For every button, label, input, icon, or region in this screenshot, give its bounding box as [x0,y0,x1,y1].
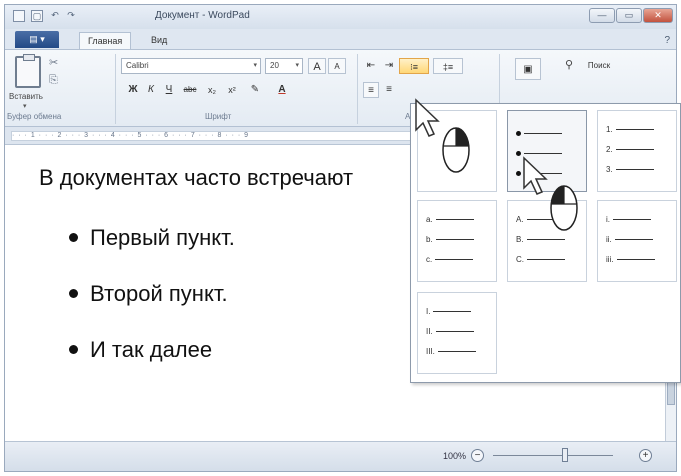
bullet-option-lower-alpha[interactable]: a. b. c. [417,200,497,282]
bold-button[interactable]: Ж [125,82,141,98]
bullet-option-row: 3. [606,165,654,174]
tab-home[interactable]: Главная [79,32,132,49]
font-size-value: 20 [270,61,279,70]
status-bar: 100% − + [5,441,676,471]
bullet-option-numbers[interactable]: 1. 2. 3. [597,110,677,192]
paste-dropdown-arrow[interactable]: ▾ [23,102,27,110]
mouse-click-icon [523,156,578,231]
document-intro-text: В документах часто встречают [39,165,354,190]
group-divider [357,54,358,124]
clipboard-group-label: Буфер обмена [7,112,62,121]
tab-view[interactable]: Вид [143,32,175,49]
redo-icon[interactable]: ↷ [65,10,77,22]
bullet-option-row: 2. [606,145,654,154]
file-menu-button[interactable]: ▤ ▾ [15,31,59,48]
bullet-option-row: b. [426,235,474,244]
bullet-option-row: ii. [606,235,653,244]
font-group-label: Шрифт [205,112,232,121]
bullet-option-row: 1. [606,125,654,134]
copy-icon[interactable]: ⎘ [49,74,58,87]
ribbon-tabs: ▤ ▾ Главная Вид ? [5,29,676,49]
chevron-down-icon: ▾ [295,62,299,69]
list-item-text: И так далее [90,337,213,362]
bullet-option-row [516,129,562,138]
chevron-down-icon: ▾ [253,62,257,69]
bullet-option-row: II. [426,327,474,336]
maximize-button[interactable]: ▭ [616,8,642,23]
list-item: Первый пункт. [69,225,235,251]
bullets-list-button[interactable]: ⁝≡ [399,58,429,74]
list-item: Второй пункт. [69,281,228,307]
font-color-button[interactable]: A [269,82,295,98]
zoom-slider[interactable] [493,455,613,456]
bullet-option-row: c. [426,255,474,264]
insert-picture-icon[interactable]: ▣ [515,58,541,80]
mouse-pointer-icon [415,98,470,173]
minimize-button[interactable]: — [589,8,615,23]
superscript-button[interactable]: x² [223,82,241,98]
undo-icon[interactable]: ↶ [49,10,61,22]
strikethrough-button[interactable]: abc [179,82,201,98]
list-item-text: Первый пункт. [90,225,235,250]
bullet-option-row: i. [606,215,651,224]
zoom-in-button[interactable]: + [639,449,652,462]
align-left-button[interactable]: ≡ [363,82,379,98]
increase-indent-icon[interactable]: ⇥ [381,58,397,74]
app-menu-icon[interactable] [13,10,25,22]
align-center-button[interactable]: ≡ [381,82,397,98]
find-button[interactable]: Поиск [579,58,619,74]
italic-button[interactable]: К [143,82,159,98]
save-icon[interactable]: ▢ [31,10,43,22]
bullet-dot [69,288,78,298]
zoom-out-button[interactable]: − [471,449,484,462]
font-size-select[interactable]: 20 ▾ [265,58,303,74]
bullet-dot [69,344,78,354]
bullet-option-upper-roman[interactable]: I. II. III. [417,292,497,374]
highlight-pen-icon[interactable]: ✎ [245,82,265,98]
zoom-slider-handle[interactable] [562,448,568,462]
bullet-option-row: III. [426,347,476,356]
bullet-option-lower-roman[interactable]: i. ii. iii. [597,200,677,282]
font-name-value: Calibri [126,61,149,70]
window-title: Документ - WordPad [155,10,250,21]
bullet-option-row: iii. [606,255,655,264]
zoom-level-label: 100% [443,451,467,461]
list-item-text: Второй пункт. [90,281,228,306]
bullet-option-row: a. [426,215,474,224]
close-button[interactable]: ✕ [643,8,673,23]
grow-font-button[interactable]: A [308,58,326,74]
binoculars-icon[interactable]: ⚲ [565,58,573,71]
paste-icon[interactable] [15,54,41,88]
group-divider [115,54,116,124]
bullet-option-row: C. [516,255,565,264]
bullet-dot [69,232,78,242]
paste-button-label[interactable]: Вставить [9,92,43,101]
underline-button[interactable]: Ч [161,82,177,98]
line-spacing-button[interactable]: ‡≡ [433,58,463,74]
bullet-option-row: I. [426,307,472,316]
help-icon[interactable]: ? [664,35,670,46]
decrease-indent-icon[interactable]: ⇤ [363,58,379,74]
cut-icon[interactable]: ✂ [49,56,58,69]
subscript-button[interactable]: x₂ [203,82,221,98]
bullet-dot [516,131,521,137]
list-item: И так далее [69,337,212,363]
title-bar: ▢ ↶ ↷ Документ - WordPad — ▭ ✕ [5,5,676,29]
shrink-font-button[interactable]: A [328,58,346,74]
font-name-select[interactable]: Calibri ▾ [121,58,261,74]
